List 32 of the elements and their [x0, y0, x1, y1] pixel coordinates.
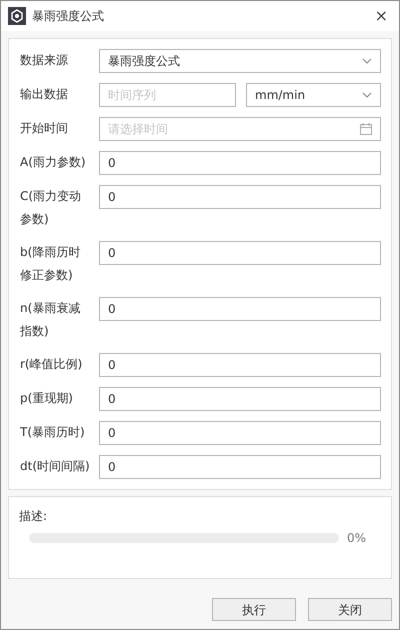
field-label: C(雨力变动参数): [19, 188, 82, 228]
field-label: T(暴雨历时): [19, 424, 86, 441]
field-label: p(重现期): [19, 390, 74, 407]
parameter-field[interactable]: 0: [99, 387, 381, 411]
field-label: b(降雨历时修正参数): [19, 244, 82, 284]
output-field[interactable]: 时间序列: [99, 83, 236, 107]
parameter-field[interactable]: 0: [99, 297, 381, 321]
app-logo-icon: [8, 7, 26, 25]
description-label: 描述:: [19, 508, 48, 525]
field-label: r(峰值比例): [19, 356, 84, 373]
calendar-icon: [360, 123, 372, 135]
window-title: 暴雨强度公式: [32, 8, 105, 25]
field-label: 输出数据: [19, 86, 69, 103]
dialog-button[interactable]: 执行: [212, 598, 296, 621]
chevron-down-icon: [362, 92, 372, 98]
unit-select[interactable]: mm/min: [246, 83, 381, 107]
field-label: A(雨力参数): [19, 154, 87, 171]
parameter-field[interactable]: 0: [99, 241, 381, 265]
parameter-field[interactable]: 0: [99, 185, 381, 209]
close-button[interactable]: ×: [370, 8, 392, 24]
field-label: dt(时间间隔): [19, 458, 90, 475]
parameter-field[interactable]: 0: [99, 455, 381, 479]
parameter-field[interactable]: 0: [99, 151, 381, 175]
field-label: n(暴雨衰减指数): [19, 300, 82, 340]
parameter-field[interactable]: 0: [99, 353, 381, 377]
chevron-down-icon: [362, 58, 372, 64]
parameter-field[interactable]: 0: [99, 421, 381, 445]
source-select[interactable]: 暴雨强度公式: [99, 49, 381, 73]
field-label: 开始时间: [19, 120, 69, 137]
field-label: 数据来源: [19, 52, 69, 69]
dialog-button[interactable]: 关闭: [308, 598, 392, 621]
progress-reading: 0%: [347, 530, 366, 547]
